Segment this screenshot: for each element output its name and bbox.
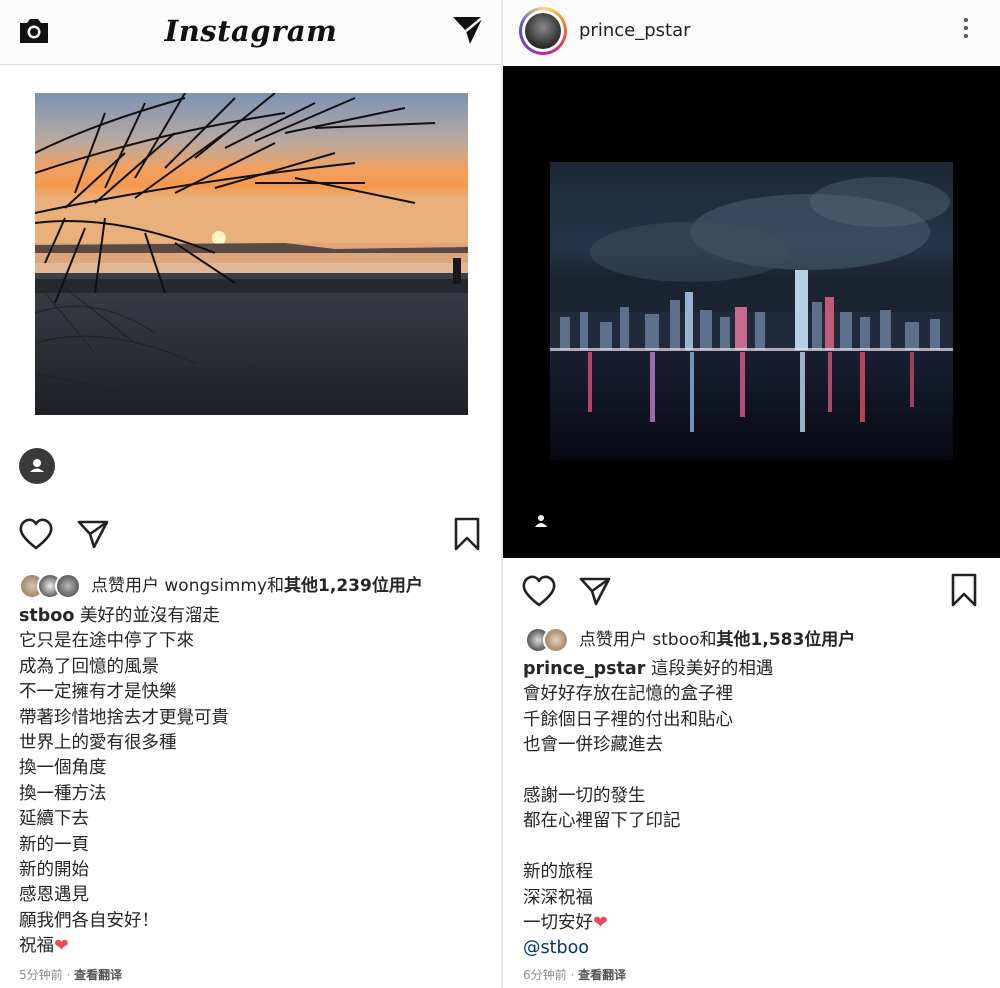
caption-line: 會好好存放在記憶的盒子裡 bbox=[523, 684, 733, 705]
tagged-user-icon[interactable] bbox=[19, 448, 55, 484]
likes-others[interactable]: 其他1,239位用户 bbox=[284, 576, 423, 596]
post-header: prince_pstar bbox=[503, 0, 1000, 64]
caption-username[interactable]: prince_pstar bbox=[523, 659, 645, 679]
mention-link[interactable]: @stboo bbox=[523, 936, 773, 961]
liker-username[interactable]: wongsimmy bbox=[164, 576, 267, 596]
bookmark-icon[interactable] bbox=[950, 572, 978, 608]
red-heart-emoji: ❤ bbox=[54, 936, 69, 957]
app-header: Instagram bbox=[0, 0, 502, 65]
caption-line: 換一個角度 bbox=[19, 758, 107, 779]
post-caption: stboo 美好的並沒有溜走 它只是在途中停了下來 成為了回憶的風景 不一定擁有… bbox=[19, 604, 229, 959]
liker-username[interactable]: stboo bbox=[652, 630, 699, 650]
right-post-screen: prince_pstar 点赞用户 stboo和其他1,583位用户 princ… bbox=[503, 0, 1000, 988]
caption-username[interactable]: stboo bbox=[19, 606, 74, 626]
liker-avatar bbox=[55, 573, 81, 599]
caption-line: 成為了回憶的風景 bbox=[19, 656, 159, 677]
post-caption: prince_pstar 這段美好的相遇 會好好存放在記憶的盒子裡 千餘個日子裡… bbox=[523, 657, 773, 962]
post-meta: 5分钟前 · 查看翻译 bbox=[19, 966, 122, 983]
more-vertical-icon[interactable] bbox=[961, 18, 971, 46]
post-time: 5分钟前 · bbox=[19, 968, 75, 982]
caption-line: 感恩遇見 bbox=[19, 885, 89, 906]
likes-others[interactable]: 其他1,583位用户 bbox=[717, 630, 856, 650]
post-username[interactable]: prince_pstar bbox=[579, 20, 691, 41]
caption-last-line: 祝福 bbox=[19, 936, 54, 957]
translate-link[interactable]: 查看翻译 bbox=[578, 968, 626, 982]
left-post-screen: Instagram 点赞用户 wongsimmy和其他1,239位用户 stbo… bbox=[0, 0, 502, 988]
red-heart-emoji: ❤ bbox=[593, 912, 608, 933]
bookmark-icon[interactable] bbox=[453, 516, 481, 552]
app-logo: Instagram bbox=[164, 14, 338, 48]
caption-line: 千餘個日子裡的付出和貼心 bbox=[523, 709, 733, 730]
caption-line: 換一種方法 bbox=[19, 783, 107, 804]
caption-line: 新的一頁 bbox=[19, 834, 89, 855]
heart-outline-icon[interactable] bbox=[18, 517, 54, 551]
likes-prefix: 点赞用户 bbox=[91, 576, 165, 596]
caption-first-line: 美好的並沒有溜走 bbox=[74, 606, 220, 626]
share-icon[interactable] bbox=[76, 518, 110, 550]
caption-line: 世界上的愛有很多種 bbox=[19, 732, 177, 753]
share-icon[interactable] bbox=[578, 575, 612, 607]
translate-link[interactable]: 查看翻译 bbox=[74, 968, 122, 982]
caption-last-line: 一切安好 bbox=[523, 912, 593, 933]
caption-line: 它只是在途中停了下來 bbox=[19, 631, 194, 652]
likes-summary[interactable]: 点赞用户 stboo和其他1,583位用户 bbox=[525, 625, 855, 653]
caption-line: 帶著珍惜地捨去才更覺可貴 bbox=[19, 707, 229, 728]
paper-plane-icon[interactable] bbox=[451, 14, 485, 46]
liker-avatar bbox=[543, 627, 569, 653]
likes-and: 和 bbox=[699, 630, 717, 650]
likes-prefix: 点赞用户 bbox=[579, 630, 653, 650]
caption-line: 深深祝福 bbox=[523, 887, 593, 908]
heart-outline-icon[interactable] bbox=[521, 574, 557, 608]
post-photo-skyline[interactable] bbox=[550, 162, 953, 460]
caption-line: 也會一併珍藏進去 bbox=[523, 735, 663, 756]
likes-and: 和 bbox=[267, 576, 285, 596]
tagged-user-icon[interactable] bbox=[534, 514, 548, 528]
post-meta: 6分钟前 · 查看翻译 bbox=[523, 966, 626, 983]
profile-avatar[interactable] bbox=[519, 7, 567, 55]
caption-line: 都在心裡留下了印記 bbox=[523, 811, 681, 832]
caption-line: 延續下去 bbox=[19, 809, 89, 830]
caption-line: 新的旅程 bbox=[523, 862, 593, 883]
caption-line: 不一定擁有才是快樂 bbox=[19, 682, 177, 703]
post-photo-sunset[interactable] bbox=[35, 93, 468, 415]
likes-summary[interactable]: 点赞用户 wongsimmy和其他1,239位用户 bbox=[19, 571, 423, 599]
caption-line: 願我們各自安好！ bbox=[19, 910, 159, 931]
post-time: 6分钟前 · bbox=[523, 968, 579, 982]
post-media[interactable] bbox=[503, 66, 1000, 558]
caption-first-line: 這段美好的相遇 bbox=[645, 659, 774, 679]
caption-line: 新的開始 bbox=[19, 859, 89, 880]
caption-line: 感謝一切的發生 bbox=[523, 785, 646, 806]
